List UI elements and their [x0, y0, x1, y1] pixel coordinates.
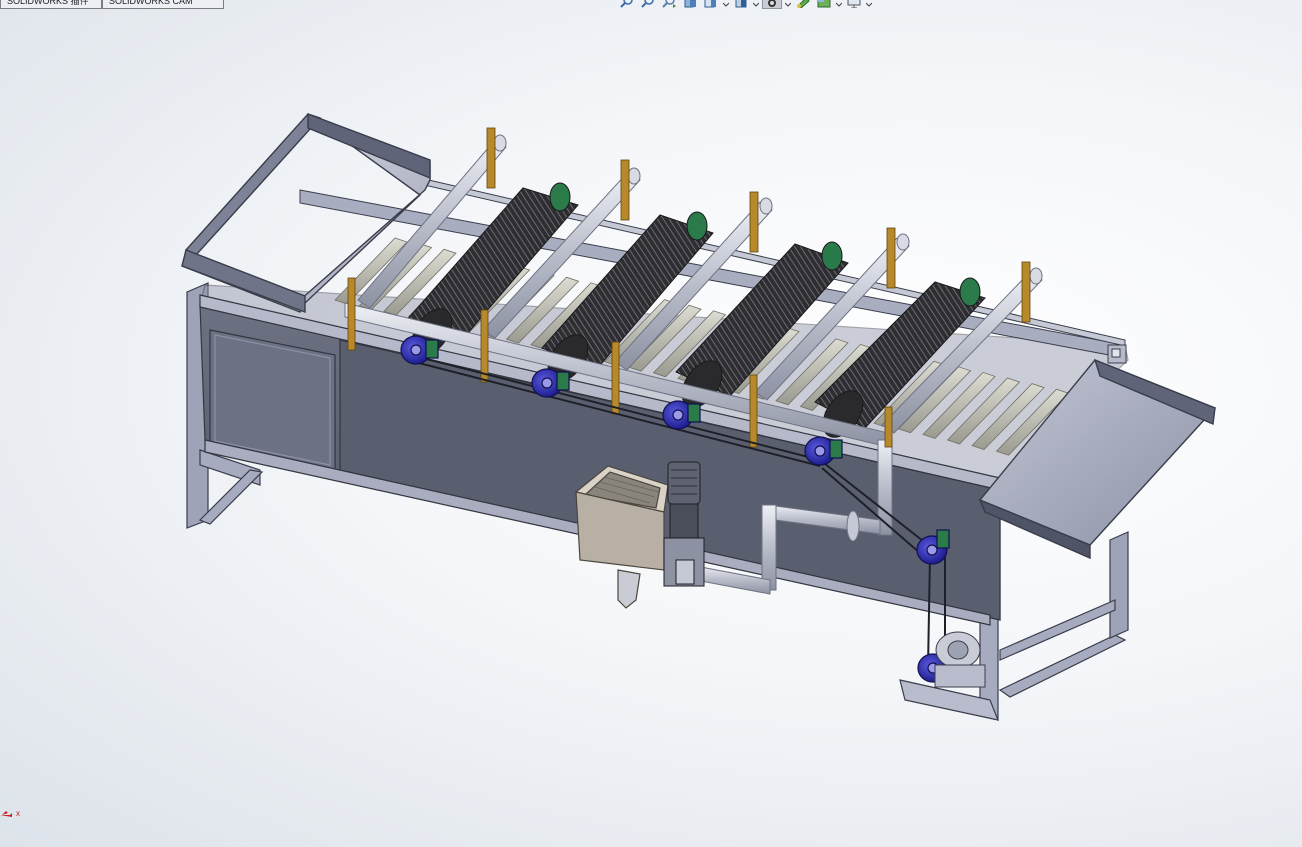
model-viewport[interactable]: [0, 0, 1302, 847]
drive-motor: [934, 631, 986, 688]
filter-box: [574, 465, 669, 609]
end-cap: [1107, 344, 1127, 364]
reference-triad: x: [0, 804, 30, 824]
pump: [663, 461, 705, 587]
triad-x-label: x: [16, 809, 20, 818]
